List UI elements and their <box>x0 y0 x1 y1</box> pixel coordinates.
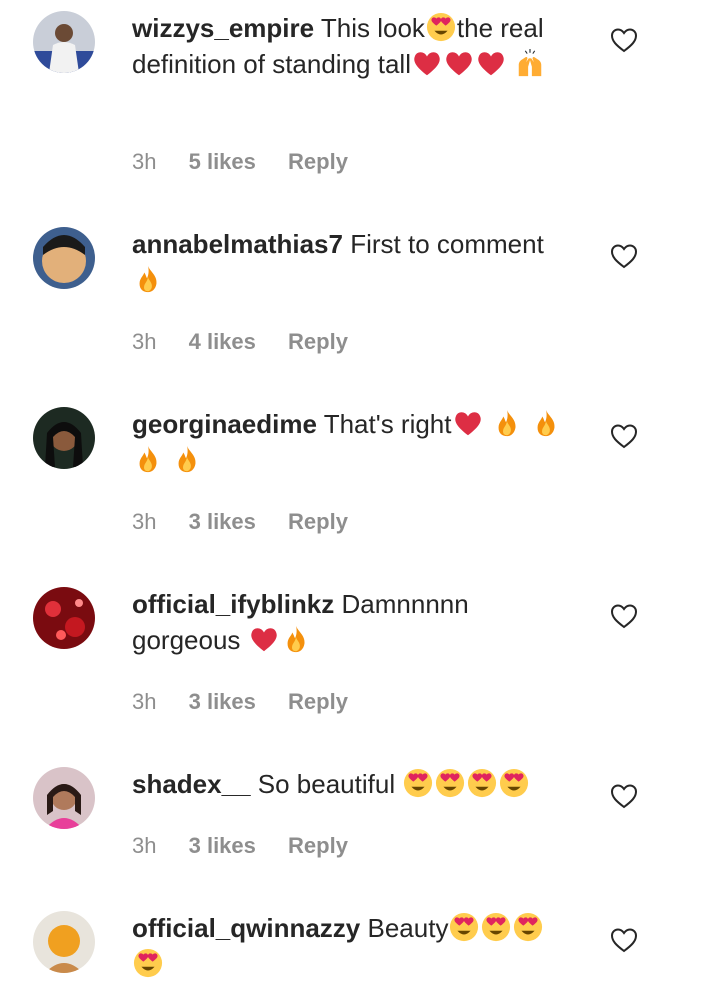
heart-outline-icon[interactable] <box>610 927 638 953</box>
red-heart-emoji-icon <box>249 624 279 654</box>
heart-eyes-emoji-icon <box>133 948 163 978</box>
comment-username[interactable]: shadex__ <box>132 769 251 799</box>
comment-text-part: So beautiful <box>257 769 403 799</box>
heart-eyes-emoji-icon <box>499 768 529 798</box>
comment-username[interactable]: official_ifyblinkz <box>132 589 334 619</box>
fire-emoji-icon <box>172 444 202 474</box>
comment-time: 3h <box>132 509 157 534</box>
comment-time: 3h <box>132 329 157 354</box>
avatar[interactable] <box>33 587 95 649</box>
heart-eyes-emoji-icon <box>449 912 479 942</box>
reply-button[interactable]: Reply <box>288 689 348 714</box>
heart-eyes-emoji-icon <box>467 768 497 798</box>
fire-emoji-icon <box>133 444 163 474</box>
comment-text-part: That's right <box>323 409 452 439</box>
fire-emoji-icon <box>281 624 311 654</box>
reply-button[interactable]: Reply <box>288 329 348 354</box>
comment-meta: 3h 5 likes Reply <box>132 148 374 176</box>
comment-text: shadex__ So beautiful <box>132 766 577 802</box>
red-heart-emoji-icon <box>476 48 506 78</box>
comment-meta: 3h 4 likes Reply <box>132 328 374 356</box>
avatar[interactable] <box>33 911 95 973</box>
heart-eyes-emoji-icon <box>435 768 465 798</box>
red-heart-emoji-icon <box>412 48 442 78</box>
comment-text-part: Beauty <box>367 913 449 943</box>
comment-text: official_qwinnazzy Beauty <box>132 910 577 982</box>
fire-emoji-icon <box>492 408 522 438</box>
comment-time: 3h <box>132 689 157 714</box>
comment-text-part: This look <box>320 13 425 43</box>
reply-button[interactable]: Reply <box>288 509 348 534</box>
fire-emoji-icon <box>531 408 561 438</box>
comment-meta: 3h 3 likes Reply <box>132 688 374 716</box>
comment-likes[interactable]: 3 likes <box>189 833 256 858</box>
heart-eyes-emoji-icon <box>481 912 511 942</box>
comment-likes[interactable]: 5 likes <box>189 149 256 174</box>
heart-outline-icon[interactable] <box>610 423 638 449</box>
comment-text: wizzys_empire This look the real definiti… <box>132 10 577 82</box>
heart-eyes-emoji-icon <box>426 12 456 42</box>
fire-emoji-icon <box>133 264 163 294</box>
red-heart-emoji-icon <box>453 408 483 438</box>
reply-button[interactable]: Reply <box>288 149 348 174</box>
heart-outline-icon[interactable] <box>610 603 638 629</box>
comment-text: official_ifyblinkz Damnnnnn gorgeous <box>132 586 577 658</box>
raised-hands-emoji-icon <box>515 48 545 78</box>
avatar[interactable] <box>33 11 95 73</box>
heart-outline-icon[interactable] <box>610 243 638 269</box>
comment-likes[interactable]: 3 likes <box>189 689 256 714</box>
comment-meta: 3h 3 likes Reply <box>132 832 374 860</box>
avatar[interactable] <box>33 227 95 289</box>
comment-username[interactable]: georginaedime <box>132 409 317 439</box>
comment-likes[interactable]: 4 likes <box>189 329 256 354</box>
comment-time: 3h <box>132 833 157 858</box>
comment-username[interactable]: annabelmathias7 <box>132 229 343 259</box>
reply-button[interactable]: Reply <box>288 833 348 858</box>
heart-outline-icon[interactable] <box>610 27 638 53</box>
comment-text: annabelmathias7 First to comment <box>132 226 577 298</box>
avatar[interactable] <box>33 407 95 469</box>
comment-username[interactable]: official_qwinnazzy <box>132 913 360 943</box>
heart-eyes-emoji-icon <box>513 912 543 942</box>
comment-username[interactable]: wizzys_empire <box>132 13 314 43</box>
red-heart-emoji-icon <box>444 48 474 78</box>
heart-eyes-emoji-icon <box>403 768 433 798</box>
comment-text-part: First to comment <box>350 229 544 259</box>
comment-likes[interactable]: 3 likes <box>189 509 256 534</box>
comment-meta: 3h 3 likes Reply <box>132 508 374 536</box>
avatar[interactable] <box>33 767 95 829</box>
comment-time: 3h <box>132 149 157 174</box>
heart-outline-icon[interactable] <box>610 783 638 809</box>
comment-text: georginaedime That's right <box>132 406 577 478</box>
